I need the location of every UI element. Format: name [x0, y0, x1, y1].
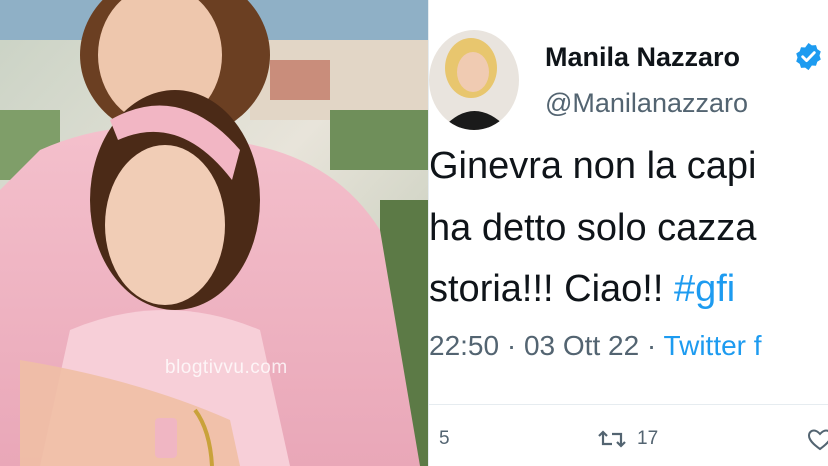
tweet-text-line-3: storia!!! Ciao!! #gfi: [429, 268, 735, 311]
like-button[interactable]: [807, 428, 828, 452]
photo-watermark: blogtivvu.com: [165, 357, 288, 378]
tweet-source-link[interactable]: Twitter f: [664, 330, 762, 361]
tweet-actions: 5 17: [429, 420, 828, 460]
reply-count: 5: [439, 428, 450, 449]
meta-separator-2: ·: [639, 330, 664, 361]
retweet-count: 17: [637, 428, 659, 449]
hashtag-link[interactable]: #gfi: [674, 268, 735, 310]
tweet-meta: 22:50 · 03 Ott 22 · Twitter f: [429, 330, 762, 362]
author-avatar[interactable]: [429, 30, 519, 130]
tweet-text-line-1: Ginevra non la capi: [429, 145, 757, 187]
author-handle[interactable]: @Manilanazzaro: [545, 88, 748, 119]
reply-button[interactable]: 5: [439, 428, 450, 450]
tweet-card: Manila Nazzaro @Manilanazzaro Ginevra no…: [429, 0, 828, 466]
meta-separator: ·: [499, 330, 524, 361]
tweet-text-line-2: ha detto solo cazza: [429, 207, 757, 249]
meta-divider: [429, 404, 828, 405]
retweet-button[interactable]: 17: [597, 428, 658, 450]
author-name[interactable]: Manila Nazzaro: [545, 42, 740, 73]
tweet-time[interactable]: 22:50: [429, 330, 499, 361]
photo-mother-daughter: [0, 0, 428, 466]
news-photo: blogtivvu.com: [0, 0, 428, 466]
tweet-date[interactable]: 03 Ott 22: [524, 330, 639, 361]
heart-icon: [807, 429, 828, 451]
retweet-icon: [598, 430, 626, 448]
tweet-text-line-3-text: storia!!! Ciao!!: [429, 268, 674, 310]
verified-badge-icon: [796, 42, 821, 71]
